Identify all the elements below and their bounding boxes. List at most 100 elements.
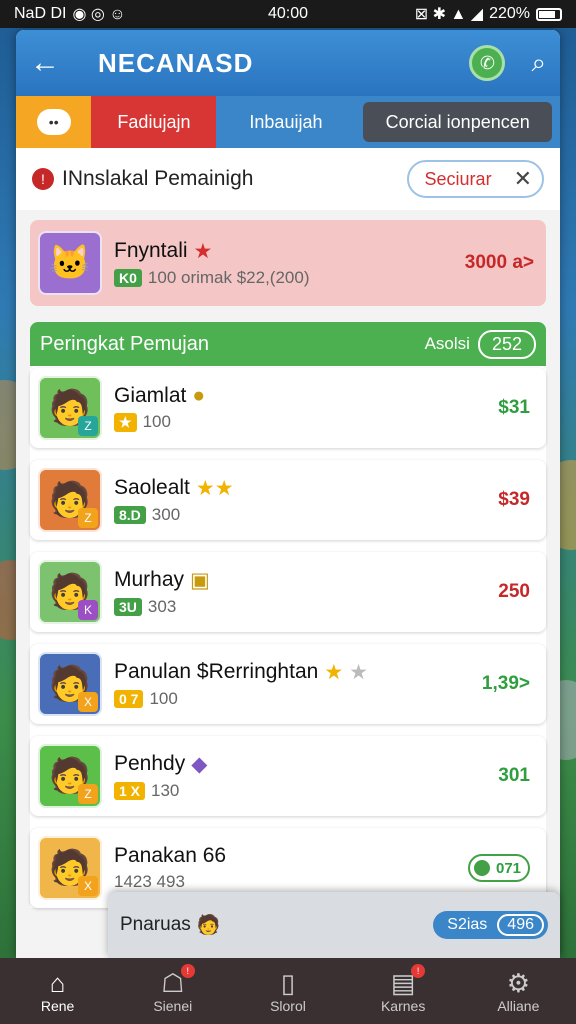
player-value: 1,39> bbox=[481, 673, 530, 694]
bottom-nav: ⌂ Rene ☖ ! Sienei ▯ Slorol ▤ ! Karnes ⚙ … bbox=[0, 958, 576, 1024]
player-score: 1423 493 bbox=[114, 872, 185, 891]
tab-fadiujajn[interactable]: Fadiujajn bbox=[91, 96, 217, 148]
overlay-pill[interactable]: S2ias 496 bbox=[433, 911, 548, 939]
avatar: 🧑 Z bbox=[38, 468, 102, 532]
toggle-switch[interactable]: 071 bbox=[468, 854, 530, 882]
overlay-pill-count: 496 bbox=[497, 914, 544, 936]
player-name: Giamlat bbox=[114, 384, 187, 407]
player-tag: 1 X bbox=[114, 781, 146, 800]
badge: X bbox=[78, 692, 98, 712]
box-icon: ▣ bbox=[190, 568, 210, 592]
nav-chat[interactable]: ☖ ! Sienei bbox=[123, 964, 223, 1014]
player-name: Saolealt bbox=[114, 476, 190, 499]
list-item[interactable]: 🧑 Z Giamlat ● ★ 100 $31 bbox=[30, 368, 546, 448]
status-bar: NaD DI ◉ ◎ ☺ 40:00 ⊠ ✱ ▲ ◢ 220% bbox=[0, 0, 576, 28]
star-icon: ★ bbox=[193, 239, 213, 263]
list-item[interactable]: 🧑 X Panulan $Rerringhtan ★ ★ 0 7 100 1,39> bbox=[30, 644, 546, 724]
battery-icon bbox=[536, 7, 562, 21]
alert-icon: ! bbox=[32, 168, 54, 190]
ranking-title: Peringkat Pemujan bbox=[40, 332, 209, 355]
badge: Z bbox=[78, 416, 98, 436]
avatar: 🧑 X bbox=[38, 836, 102, 900]
player-value: 250 bbox=[498, 581, 530, 602]
player-name: Panakan 66 bbox=[114, 844, 227, 867]
overlay-card[interactable]: Pnaruas 🧑 S2ias 496 bbox=[108, 892, 560, 958]
featured-sub: 100 orimak $22,(200) bbox=[147, 267, 310, 287]
notification-icons: ◉ ◎ ☺ bbox=[72, 6, 126, 23]
nav-label: Karnes bbox=[380, 998, 426, 1014]
player-tag: 3U bbox=[114, 597, 142, 616]
cat-face-icon: 🐱 bbox=[48, 244, 92, 282]
nav-label: Slorol bbox=[270, 998, 306, 1014]
clock: 40:00 bbox=[267, 5, 309, 22]
nav-home[interactable]: ⌂ Rene bbox=[8, 968, 108, 1014]
player-tag: 8.D bbox=[114, 505, 146, 524]
back-arrow-icon[interactable]: ← bbox=[30, 46, 70, 80]
player-score: 100 bbox=[142, 412, 171, 431]
bag-icon: ▯ bbox=[280, 968, 296, 998]
toggle-knob bbox=[474, 860, 490, 876]
player-value: $31 bbox=[498, 397, 530, 418]
page-title: NECANASD bbox=[98, 47, 254, 78]
search-filter-pill[interactable]: Seciurar ✕ bbox=[406, 160, 544, 198]
coin-icon: ● bbox=[192, 384, 206, 407]
nav-shop[interactable]: ▯ Slorol bbox=[238, 968, 338, 1014]
overlay-pill-label: S2ias bbox=[447, 916, 488, 933]
nav-cards[interactable]: ▤ ! Karnes bbox=[353, 964, 453, 1014]
search-icon[interactable]: ⌕ bbox=[531, 47, 546, 79]
whatsapp-icon[interactable]: ✆ bbox=[469, 45, 506, 81]
toggle-value: 071 bbox=[496, 859, 522, 877]
player-score: 130 bbox=[151, 780, 180, 800]
player-score: 303 bbox=[147, 596, 177, 616]
carrier-label: NaD DI bbox=[14, 5, 67, 22]
chat-bubble-icon: •• bbox=[36, 109, 71, 135]
player-tag: ★ bbox=[114, 412, 137, 432]
badge: Z bbox=[78, 508, 98, 528]
avatar-icon: 🧑 bbox=[196, 915, 221, 936]
nav-label: Sienei bbox=[153, 998, 193, 1014]
close-icon[interactable]: ✕ bbox=[514, 166, 532, 192]
list-item[interactable]: 🧑 Z Saolealt ★★ 8.D 300 $39 bbox=[30, 460, 546, 540]
nav-label: Alliane bbox=[497, 998, 540, 1014]
tab-bar: •• Fadiujajn Inbauijah Corcial ionpencen bbox=[16, 96, 560, 148]
player-list: 🧑 Z Giamlat ● ★ 100 $31 🧑 Z Saolealt ★★ 8.D 30… bbox=[30, 366, 546, 908]
tab-corcial[interactable]: Corcial ionpencen bbox=[363, 102, 552, 142]
player-name: Penhdy bbox=[114, 752, 186, 775]
avatar: 🧑 X bbox=[38, 652, 102, 716]
ranking-sub: Asolsi bbox=[424, 334, 470, 353]
home-icon: ⌂ bbox=[49, 968, 66, 998]
settings-icon: ⚙ bbox=[506, 968, 530, 998]
list-item[interactable]: 🧑 Z Penhdy ◆ 1 X 130 301 bbox=[30, 736, 546, 816]
list-item[interactable]: 🧑 K Murhay ▣ 3U 303 250 bbox=[30, 552, 546, 632]
filter-row: ! INnslakal Pemainigh Seciurar ✕ bbox=[16, 148, 560, 210]
stars-icon: ★ bbox=[324, 660, 344, 684]
avatar: 🧑 Z bbox=[38, 376, 102, 440]
gem-icon: ◆ bbox=[191, 752, 208, 776]
ranking-count[interactable]: 252 bbox=[477, 329, 536, 359]
player-name: Murhay bbox=[114, 568, 185, 591]
badge: K bbox=[78, 600, 98, 620]
featured-tag: K0 bbox=[114, 268, 142, 287]
tab-inbauijah[interactable]: Inbauijah bbox=[216, 96, 355, 148]
notification-badge: ! bbox=[180, 964, 195, 978]
badge: X bbox=[78, 876, 98, 896]
star-outline-icon: ★ bbox=[349, 660, 368, 684]
tab-logo[interactable]: •• bbox=[16, 96, 92, 148]
avatar: 🧑 K bbox=[38, 560, 102, 624]
featured-player[interactable]: 🐱 Fnyntali ★ K0 100 orimak $22,(200) 300… bbox=[30, 220, 546, 306]
avatar: 🧑 Z bbox=[38, 744, 102, 808]
battery-percent: 220% bbox=[489, 5, 530, 22]
player-value: 301 bbox=[498, 765, 530, 786]
overlay-name: Pnaruas bbox=[120, 914, 191, 935]
player-score: 300 bbox=[151, 504, 181, 524]
player-score: 100 bbox=[149, 688, 178, 708]
featured-value: 3000 a> bbox=[464, 252, 534, 273]
signal-icons: ⊠ ✱ ▲ ◢ bbox=[414, 6, 484, 23]
player-name: Panulan $Rerringhtan bbox=[114, 660, 319, 683]
ranking-header: Peringkat Pemujan Asolsi 252 bbox=[30, 322, 546, 366]
featured-name: Fnyntali bbox=[114, 239, 188, 262]
app-window: ← NECANASD ✆ ⌕ •• Fadiujajn Inbauijah Co… bbox=[16, 30, 560, 958]
notification-badge: ! bbox=[411, 964, 426, 978]
player-value: $39 bbox=[498, 489, 530, 510]
nav-settings[interactable]: ⚙ Alliane bbox=[468, 968, 568, 1014]
